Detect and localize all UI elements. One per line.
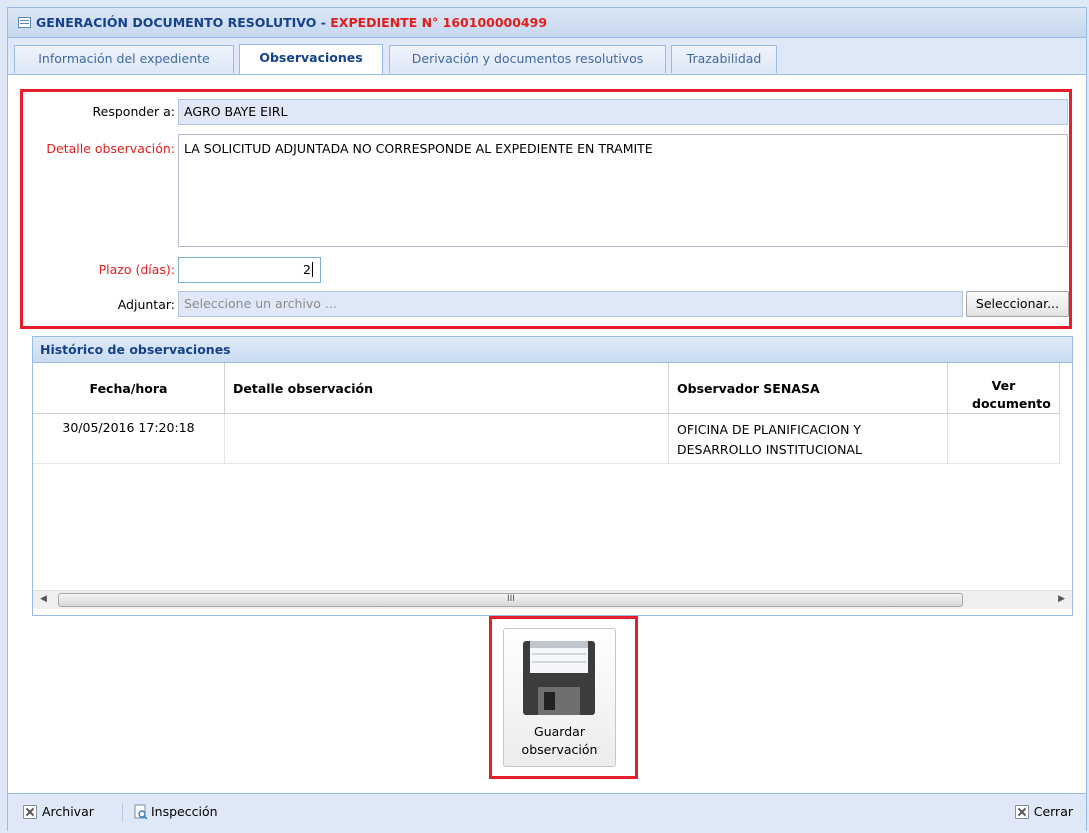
scroll-right-arrow-icon[interactable]: ▶ — [1058, 594, 1065, 604]
window-title-prefix: GENERACIÓN DOCUMENTO RESOLUTIVO — [36, 15, 317, 30]
horizontal-scrollbar[interactable]: ◀ III ▶ — [33, 590, 1072, 609]
historico-panel: Histórico de observaciones Fecha/hora De… — [32, 336, 1073, 616]
observation-form: Responder a: AGRO BAYE EIRL Detalle obse… — [20, 89, 1072, 329]
document-search-icon — [134, 804, 148, 820]
column-header-observador[interactable]: Observador SENASA — [669, 363, 948, 414]
historico-title: Histórico de observaciones — [40, 342, 231, 357]
plazo-value: 2 — [303, 262, 311, 277]
expediente-number: EXPEDIENTE N° 160100000499 — [330, 15, 548, 30]
inspeccion-button[interactable]: Inspección — [134, 804, 218, 820]
bottom-toolbar: Archivar Inspección Cerrar — [8, 793, 1086, 831]
toolbar-divider — [122, 803, 123, 822]
tab-derivacion-documentos[interactable]: Derivación y documentos resolutivos — [389, 45, 666, 73]
close-box-icon — [1014, 805, 1029, 819]
window-title-separator: - — [316, 15, 331, 30]
archivar-button[interactable]: Archivar — [23, 804, 94, 819]
scroll-grip: III — [507, 594, 515, 604]
responder-field: AGRO BAYE EIRL — [178, 99, 1068, 125]
column-header-detalle[interactable]: Detalle observación — [225, 363, 669, 414]
cell-ver-documento — [948, 414, 1060, 464]
historico-header: Histórico de observaciones — [33, 337, 1072, 363]
window-titlebar: GENERACIÓN DOCUMENTO RESOLUTIVO - EXPEDI… — [8, 8, 1086, 38]
column-header-fecha[interactable]: Fecha/hora — [33, 363, 225, 414]
detalle-observacion-label: Detalle observación: — [46, 141, 175, 156]
inspeccion-label: Inspección — [151, 804, 218, 819]
guardar-highlight: Guardar observación — [489, 616, 638, 779]
main-window: GENERACIÓN DOCUMENTO RESOLUTIVO - EXPEDI… — [7, 7, 1087, 831]
cell-detalle — [225, 414, 669, 464]
plazo-input[interactable]: 2 — [178, 257, 321, 283]
cell-observador: OFICINA DE PLANIFICACION Y DESARROLLO IN… — [669, 414, 948, 464]
responder-label: Responder a: — [92, 104, 175, 119]
column-header-ver-documento[interactable]: Ver documento — [948, 363, 1060, 414]
scroll-left-arrow-icon[interactable]: ◀ — [40, 594, 47, 604]
guardar-observacion-label: Guardar observación — [521, 724, 598, 757]
floppy-disk-icon — [523, 641, 595, 715]
form-icon — [18, 17, 31, 28]
detalle-observacion-textarea[interactable]: LA SOLICITUD ADJUNTADA NO CORRESPONDE AL… — [178, 134, 1068, 247]
plazo-label: Plazo (días): — [98, 262, 175, 277]
window-title: GENERACIÓN DOCUMENTO RESOLUTIVO - EXPEDI… — [36, 15, 547, 30]
cerrar-label: Cerrar — [1033, 804, 1073, 819]
tab-observaciones[interactable]: Observaciones — [239, 44, 383, 74]
seleccionar-button[interactable]: Seleccionar... — [966, 291, 1069, 317]
tab-trazabilidad[interactable]: Trazabilidad — [671, 45, 777, 73]
adjuntar-label: Adjuntar: — [117, 297, 175, 312]
scroll-thumb[interactable]: III — [58, 593, 963, 607]
close-box-icon — [23, 805, 37, 819]
text-cursor — [312, 262, 313, 277]
cell-fecha: 30/05/2016 17:20:18 — [33, 414, 225, 464]
guardar-observacion-button[interactable]: Guardar observación — [503, 628, 616, 767]
tab-informacion-expediente[interactable]: Información del expediente — [14, 45, 234, 73]
archivar-label: Archivar — [42, 804, 94, 819]
adjuntar-file-input[interactable]: Seleccione un archivo ... — [178, 291, 963, 317]
cerrar-button[interactable]: Cerrar — [1014, 804, 1073, 819]
tab-strip: Información del expediente Observaciones… — [8, 38, 1086, 75]
